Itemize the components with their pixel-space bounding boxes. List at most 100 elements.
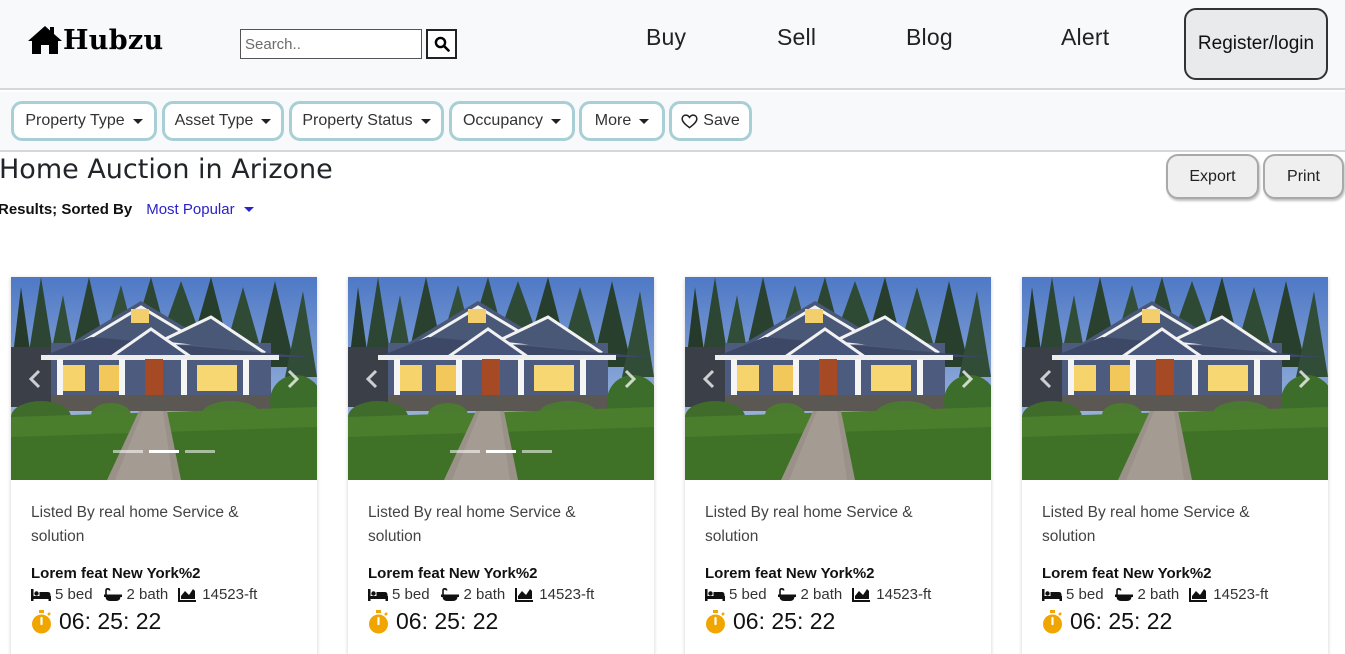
nav-blog[interactable]: Blog xyxy=(906,24,953,51)
chevron-left-icon xyxy=(703,369,715,389)
chevron-right-icon xyxy=(624,369,636,389)
property-status-dropdown[interactable]: Property Status xyxy=(289,101,444,141)
house-icon xyxy=(28,26,62,54)
timer-value: 06: 25: 22 xyxy=(59,608,162,634)
area-value: 14523-ft xyxy=(1213,586,1269,603)
carousel-prev-button[interactable] xyxy=(701,368,717,390)
card-body: Listed By real home Service & solution Lo… xyxy=(11,480,317,635)
print-button[interactable]: Print xyxy=(1263,154,1344,199)
occupancy-dropdown[interactable]: Occupancy xyxy=(449,101,575,141)
listed-by-text: Listed By real home Service & solution xyxy=(31,504,239,545)
caret-down-icon xyxy=(639,118,650,124)
chevron-right-icon xyxy=(287,369,299,389)
area-feature: 14523-ft xyxy=(1189,586,1268,603)
timer-value: 06: 25: 22 xyxy=(396,608,499,634)
search-button[interactable] xyxy=(426,29,457,59)
property-card[interactable]: Listed By real home Service & solution Lo… xyxy=(1022,277,1328,654)
more-dropdown[interactable]: More xyxy=(579,101,665,141)
auction-timer: 06: 25: 22 xyxy=(1042,608,1308,635)
register-login-button[interactable]: Register/login xyxy=(1184,8,1328,80)
search-icon xyxy=(434,36,450,52)
caret-down-icon xyxy=(551,118,562,124)
beds-feature: 5 bed xyxy=(705,586,767,603)
chevron-right-icon xyxy=(1298,369,1310,389)
baths-feature: 2 bath xyxy=(103,586,168,603)
page-title: Home Auction in Arizone xyxy=(0,154,333,185)
carousel-prev-button[interactable] xyxy=(364,368,380,390)
nav-alert[interactable]: Alert xyxy=(1061,24,1109,51)
property-type-dropdown[interactable]: Property Type xyxy=(11,101,157,141)
property-card[interactable]: Listed By real home Service & solution Lo… xyxy=(685,277,991,654)
carousel-next-button[interactable] xyxy=(622,368,638,390)
area-feature: 14523-ft xyxy=(515,586,594,603)
baths-feature: 2 bath xyxy=(440,586,506,603)
area-chart-icon xyxy=(515,587,534,602)
property-card[interactable]: Listed By real home Service & solution Lo… xyxy=(11,277,317,654)
listed-by-text: Listed By real home Service & solution xyxy=(705,504,913,545)
property-features: 5 bed 2 bath 14523-ft xyxy=(705,586,971,603)
property-title[interactable]: Lorem feat New York%2 xyxy=(1042,565,1308,582)
carousel-indicator[interactable] xyxy=(149,450,179,453)
asset-type-dropdown[interactable]: Asset Type xyxy=(162,101,284,141)
property-photo xyxy=(1022,277,1328,480)
bath-icon xyxy=(103,587,122,601)
top-navbar: Hubzu Buy Sell Blog Alert Register/login xyxy=(0,0,1345,90)
property-features: 5 bed 2 bath 14523-ft xyxy=(31,586,297,603)
logo[interactable]: Hubzu xyxy=(27,24,163,56)
listed-by-text: Listed By real home Service & solution xyxy=(1042,504,1250,545)
carousel-indicator[interactable] xyxy=(486,450,516,453)
beds-feature: 5 bed xyxy=(31,586,93,603)
image-carousel[interactable] xyxy=(348,277,654,480)
carousel-indicator[interactable] xyxy=(113,450,143,453)
property-title[interactable]: Lorem feat New York%2 xyxy=(31,565,297,582)
carousel-indicators xyxy=(450,450,552,453)
carousel-prev-button[interactable] xyxy=(1038,368,1054,390)
bath-icon xyxy=(777,587,796,601)
nav-sell[interactable]: Sell xyxy=(777,24,816,51)
carousel-next-button[interactable] xyxy=(959,368,975,390)
timer-value: 06: 25: 22 xyxy=(733,608,836,634)
auction-timer: 06: 25: 22 xyxy=(705,608,971,635)
bath-icon xyxy=(1114,587,1133,601)
sort-dropdown[interactable]: Most Popular xyxy=(146,201,234,218)
property-photo xyxy=(685,277,991,480)
area-value: 14523-ft xyxy=(202,586,258,603)
stopwatch-icon xyxy=(32,609,51,633)
carousel-next-button[interactable] xyxy=(1296,368,1312,390)
property-title[interactable]: Lorem feat New York%2 xyxy=(368,565,634,582)
baths-value: 2 bath xyxy=(463,586,506,603)
property-card[interactable]: Listed By real home Service & solution Lo… xyxy=(348,277,654,654)
carousel-next-button[interactable] xyxy=(285,368,301,390)
property-features: 5 bed 2 bath 14523-ft xyxy=(1042,586,1308,603)
carousel-indicator[interactable] xyxy=(522,450,552,453)
more-label: More xyxy=(594,112,632,129)
bed-icon xyxy=(1042,588,1062,601)
save-search-button[interactable]: Save xyxy=(669,101,752,141)
search-input[interactable] xyxy=(240,29,422,59)
image-carousel[interactable] xyxy=(685,277,991,480)
stopwatch-icon xyxy=(1043,609,1062,633)
carousel-indicators xyxy=(113,450,215,453)
card-body: Listed By real home Service & solution Lo… xyxy=(685,480,991,635)
nav-buy[interactable]: Buy xyxy=(646,24,686,51)
export-button[interactable]: Export xyxy=(1166,154,1259,199)
beds-feature: 5 bed xyxy=(1042,586,1104,603)
carousel-prev-button[interactable] xyxy=(27,368,43,390)
property-type-label: Property Type xyxy=(25,112,125,129)
image-carousel[interactable] xyxy=(11,277,317,480)
property-title[interactable]: Lorem feat New York%2 xyxy=(705,565,971,582)
results-label: Results; Sorted By xyxy=(0,201,133,218)
caret-down-icon[interactable] xyxy=(243,207,254,212)
area-chart-icon xyxy=(852,587,871,602)
carousel-indicator[interactable] xyxy=(450,450,480,453)
save-label: Save xyxy=(703,112,740,129)
area-value: 14523-ft xyxy=(539,586,595,603)
carousel-indicator[interactable] xyxy=(185,450,215,453)
logo-text: Hubzu xyxy=(63,24,164,56)
baths-value: 2 bath xyxy=(1137,586,1180,603)
area-chart-icon xyxy=(1189,587,1208,602)
beds-value: 5 bed xyxy=(55,586,93,603)
image-carousel[interactable] xyxy=(1022,277,1328,480)
beds-feature: 5 bed xyxy=(368,586,430,603)
bath-icon xyxy=(440,587,459,601)
